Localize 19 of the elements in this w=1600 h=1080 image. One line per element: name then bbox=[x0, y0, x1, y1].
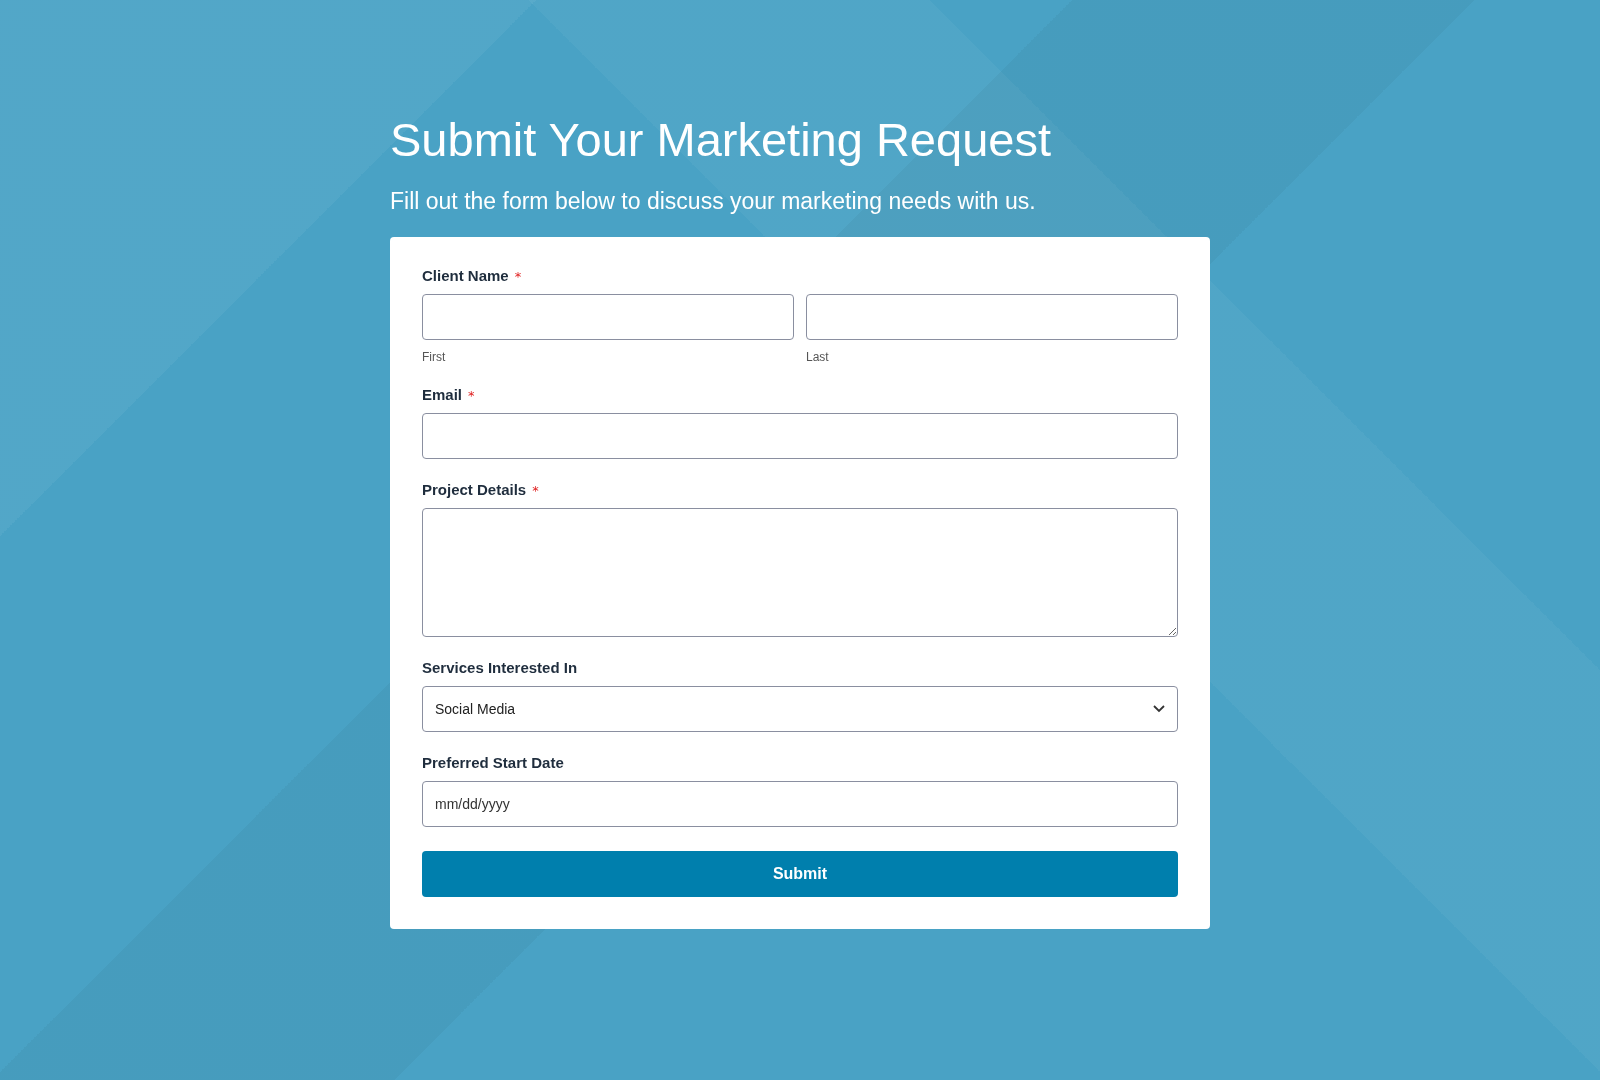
required-mark: * bbox=[514, 269, 522, 285]
page-title: Submit Your Marketing Request bbox=[390, 112, 1052, 168]
date-input[interactable]: mm/dd/yyyy bbox=[422, 781, 1178, 828]
field-label: Preferred Start Date bbox=[422, 754, 564, 772]
field-hint: First bbox=[422, 350, 447, 365]
required-mark: * bbox=[468, 388, 475, 404]
field-hint: Last bbox=[806, 350, 830, 365]
chevron-down-icon bbox=[1153, 705, 1165, 714]
field-label: Services Interested In bbox=[422, 659, 578, 677]
page-subtitle: Fill out the form below to discuss your marketing needs with us. bbox=[390, 188, 1037, 216]
field-label: Email bbox=[422, 386, 463, 404]
field-label: Project Details bbox=[422, 481, 527, 499]
services-select[interactable]: Social Media bbox=[422, 686, 1178, 733]
name-input[interactable] bbox=[422, 294, 794, 341]
submit-button[interactable]: Submit bbox=[422, 851, 1178, 898]
field-label: Client Name bbox=[422, 267, 509, 285]
email-input[interactable] bbox=[422, 413, 1178, 460]
required-mark: * bbox=[532, 483, 539, 499]
name-input[interactable] bbox=[806, 294, 1178, 341]
